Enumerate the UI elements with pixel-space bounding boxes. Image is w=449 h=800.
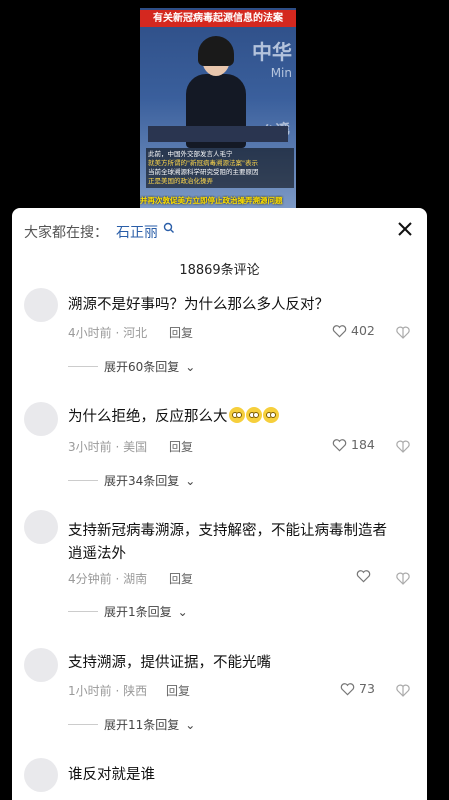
comment-meta: 3小时前 · 美国 xyxy=(68,440,148,454)
avatar[interactable] xyxy=(24,648,58,682)
expand-label: 展开1条回复 xyxy=(104,605,172,619)
logo-text: 中华 xyxy=(252,40,292,64)
podium xyxy=(148,126,288,142)
like-button[interactable]: 402 xyxy=(332,323,375,338)
heart-icon xyxy=(356,570,371,583)
expand-replies[interactable]: 展开1条回复 ⌄ xyxy=(68,603,188,620)
comment-text: 溯源不是好事吗？为什么那么多人反对？ xyxy=(68,297,329,313)
comment-meta: 4小时前 · 河北 xyxy=(68,326,148,340)
reply-button[interactable]: 回复 xyxy=(169,438,193,455)
comment-text: 谁反对就是谁 xyxy=(68,767,155,783)
avatar[interactable] xyxy=(24,288,58,322)
like-count: 73 xyxy=(359,681,375,696)
search-label: 大家都在搜： xyxy=(24,225,108,241)
comment-count: 18869条评论 xyxy=(179,263,260,278)
search-suggestion-row[interactable]: 大家都在搜： 石正丽 xyxy=(12,208,427,252)
like-button[interactable] xyxy=(356,569,375,583)
search-term-link[interactable]: 石正丽 xyxy=(116,222,158,242)
comment-text-content: 为什么拒绝，反应那么大 xyxy=(68,409,228,425)
search-icon[interactable] xyxy=(163,222,175,234)
dislike-icon[interactable] xyxy=(396,439,410,453)
chevron-down-icon: ⌄ xyxy=(185,717,196,732)
comment-panel: 大家都在搜： 石正丽 18869条评论 溯源不是好事吗？为什么那么多人反对？ 4… xyxy=(12,208,427,800)
divider-line xyxy=(68,724,98,725)
reply-button[interactable]: 回复 xyxy=(166,682,190,699)
divider-line xyxy=(68,366,98,367)
expand-label: 展开60条回复 xyxy=(104,360,180,374)
emoji-icon xyxy=(228,407,245,423)
avatar[interactable] xyxy=(24,510,58,544)
caption-line-4: 正是美国的政治化操弄 xyxy=(148,177,213,185)
expand-replies[interactable]: 展开34条回复 ⌄ xyxy=(68,472,195,489)
expand-label: 展开34条回复 xyxy=(104,474,180,488)
dislike-icon[interactable] xyxy=(396,683,410,697)
expand-label: 展开11条回复 xyxy=(104,718,180,732)
dislike-icon[interactable] xyxy=(396,325,410,339)
reply-button[interactable]: 回复 xyxy=(169,324,193,341)
video-caption-bottom: 并再次敦促美方立即停止政治操弄溯源问题 xyxy=(140,196,283,205)
like-button[interactable]: 184 xyxy=(332,437,375,452)
comment-text: 为什么拒绝，反应那么大 xyxy=(68,406,368,429)
expand-replies[interactable]: 展开11条回复 ⌄ xyxy=(68,716,195,733)
close-icon[interactable] xyxy=(393,217,417,241)
caption-line-2: 就美方所谓的"新冠病毒溯源法案"表示 xyxy=(148,159,258,167)
expand-replies[interactable]: 展开60条回复 ⌄ xyxy=(68,358,195,375)
heart-icon xyxy=(332,438,347,451)
comment-text: 支持溯源，提供证据，不能光嘴 xyxy=(68,655,271,671)
video-title: 有关新冠病毒起源信息的法案 xyxy=(140,10,296,27)
emoji-icon xyxy=(262,407,279,423)
heart-icon xyxy=(340,682,355,695)
avatar[interactable] xyxy=(24,758,58,792)
comment-meta: 4分钟前 · 湖南 xyxy=(68,572,148,586)
emoji-icon xyxy=(245,407,262,423)
comment-text: 支持新冠病毒溯源，支持解密，不能让病毒制造者逍遥法外 xyxy=(68,523,387,562)
like-button[interactable]: 73 xyxy=(340,681,375,696)
chevron-down-icon: ⌄ xyxy=(185,473,196,488)
heart-icon xyxy=(332,324,347,337)
caption-line-3: 当前全球溯源科学研究受阻的主要原因 xyxy=(148,168,259,176)
dislike-icon[interactable] xyxy=(396,571,410,585)
caption-line-1: 此前，中国外交部发言人毛宁 xyxy=(148,150,233,158)
chevron-down-icon: ⌄ xyxy=(185,359,196,374)
video-caption: 此前，中国外交部发言人毛宁 就美方所谓的"新冠病毒溯源法案"表示 当前全球溯源科… xyxy=(146,148,294,188)
comment-meta: 1小时前 · 陕西 xyxy=(68,684,148,698)
logo-sub: Min xyxy=(270,66,292,80)
chevron-down-icon: ⌄ xyxy=(177,604,188,619)
like-count: 402 xyxy=(351,323,375,338)
avatar[interactable] xyxy=(24,402,58,436)
divider-line xyxy=(68,611,98,612)
divider-line xyxy=(68,480,98,481)
like-count: 184 xyxy=(351,437,375,452)
reply-button[interactable]: 回复 xyxy=(169,570,193,587)
video-frame[interactable]: 有关新冠病毒起源信息的法案 中华 Min 台湾 此前，中国外交部发言人毛宁 就美… xyxy=(140,8,296,208)
video-area[interactable]: 有关新冠病毒起源信息的法案 中华 Min 台湾 此前，中国外交部发言人毛宁 就美… xyxy=(0,0,449,208)
